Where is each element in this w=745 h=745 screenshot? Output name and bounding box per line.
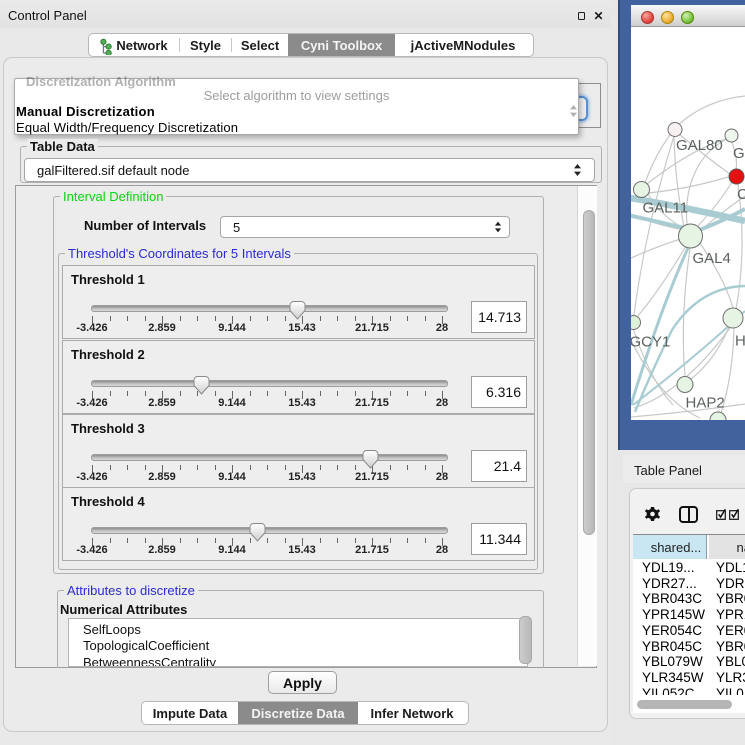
svg-text:GAL4: GAL4	[693, 250, 731, 267]
svg-text:GAL11: GAL11	[643, 200, 689, 217]
svg-text:GAL80: GAL80	[676, 137, 723, 154]
svg-text:C: C	[737, 186, 745, 203]
svg-text:G.: G.	[733, 145, 745, 162]
svg-text:GCY1: GCY1	[631, 334, 670, 351]
svg-text:H: H	[735, 333, 745, 350]
svg-text:HAP2: HAP2	[686, 395, 725, 412]
